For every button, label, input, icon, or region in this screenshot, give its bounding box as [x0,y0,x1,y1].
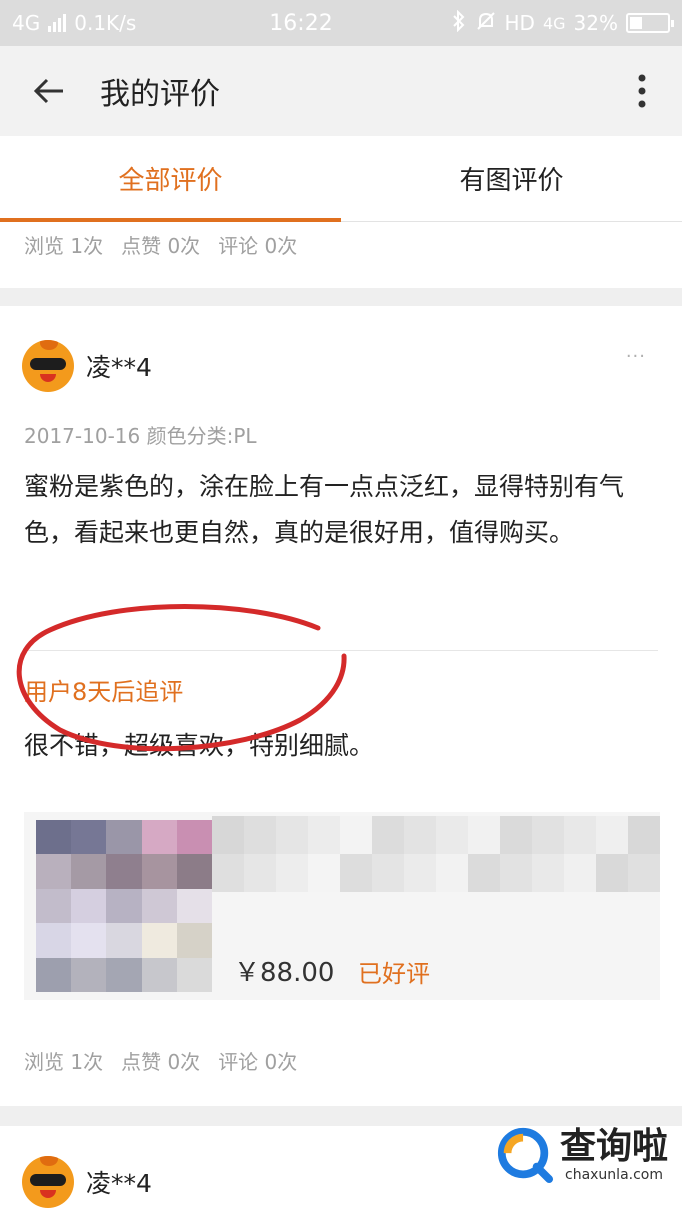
username: 凌**4 [86,353,152,382]
hd-label: HD [504,11,535,35]
review-content: 蜜粉是紫色的，涂在脸上有一点点泛红，显得特别有气色，看起来也更自然，真的是很好用… [24,472,625,547]
like-count[interactable]: 点赞 0次 [121,230,200,259]
review-tabs: 全部评价 有图评价 [0,136,682,222]
network-speed: 0.1K/s [74,11,137,35]
product-title-blurred [212,816,660,892]
review-user: 凌**4 [22,1156,152,1208]
review-status-badge: 已好评 [358,960,430,988]
mute-icon [475,10,497,37]
product-price: ￥88.00 [234,958,335,988]
review-more-button[interactable]: ··· [626,346,646,367]
avatar[interactable] [22,1156,74,1208]
status-time: 16:22 [269,10,333,36]
arrow-left-icon [33,78,63,104]
watermark-cn: 查询啦 [560,1126,669,1167]
signal-icon [48,14,67,32]
app-bar: 我的评价 [0,46,682,136]
review-user: 凌**4 [22,340,152,392]
review-meta: 2017-10-16 颜色分类:PL [24,424,257,448]
status-bar: 4G 0.1K/s 16:22 HD 4G 32% [0,0,682,46]
battery-percent: 32% [573,11,618,35]
search-logo-icon [497,1127,554,1184]
avatar[interactable] [22,340,74,392]
like-count[interactable]: 点赞 0次 [121,1046,200,1075]
battery-icon [626,13,674,33]
divider [24,650,658,651]
review-stats: 浏览 1次 点赞 0次 评论 0次 [0,1046,297,1075]
view-count: 浏览 1次 [24,234,104,258]
comment-count[interactable]: 评论 0次 [218,230,297,259]
more-vertical-icon [638,74,646,108]
username: 凌**4 [86,1169,152,1198]
comment-count[interactable]: 评论 0次 [218,1046,297,1075]
watermark-logo: 查询啦 chaxunla.com [496,1120,672,1190]
review-card: 凌**4 ··· 2017-10-16 颜色分类:PL 蜜粉是紫色的，涂在脸上有… [0,306,682,1106]
product-card[interactable]: ￥88.00 已好评 [24,812,660,1000]
product-thumbnail [36,820,212,992]
watermark-en: chaxunla.com [565,1167,663,1183]
back-button[interactable] [0,46,100,136]
network-type: 4G [542,13,566,33]
followup-content: 很不错，超级喜欢，特别细腻。 [24,731,375,760]
tab-photo-reviews[interactable]: 有图评价 [341,136,682,221]
network-label: 4G [12,11,41,35]
review-card: 浏览 1次 点赞 0次 评论 0次 [0,222,682,288]
page-title: 我的评价 [100,77,220,112]
followup-title: 用户8天后追评 [24,678,184,706]
view-count: 浏览 1次 [24,1050,104,1074]
bluetooth-icon [451,9,467,37]
review-stats: 浏览 1次 点赞 0次 评论 0次 [0,222,682,259]
tab-all-reviews[interactable]: 全部评价 [0,136,341,222]
more-menu-button[interactable] [602,46,682,136]
